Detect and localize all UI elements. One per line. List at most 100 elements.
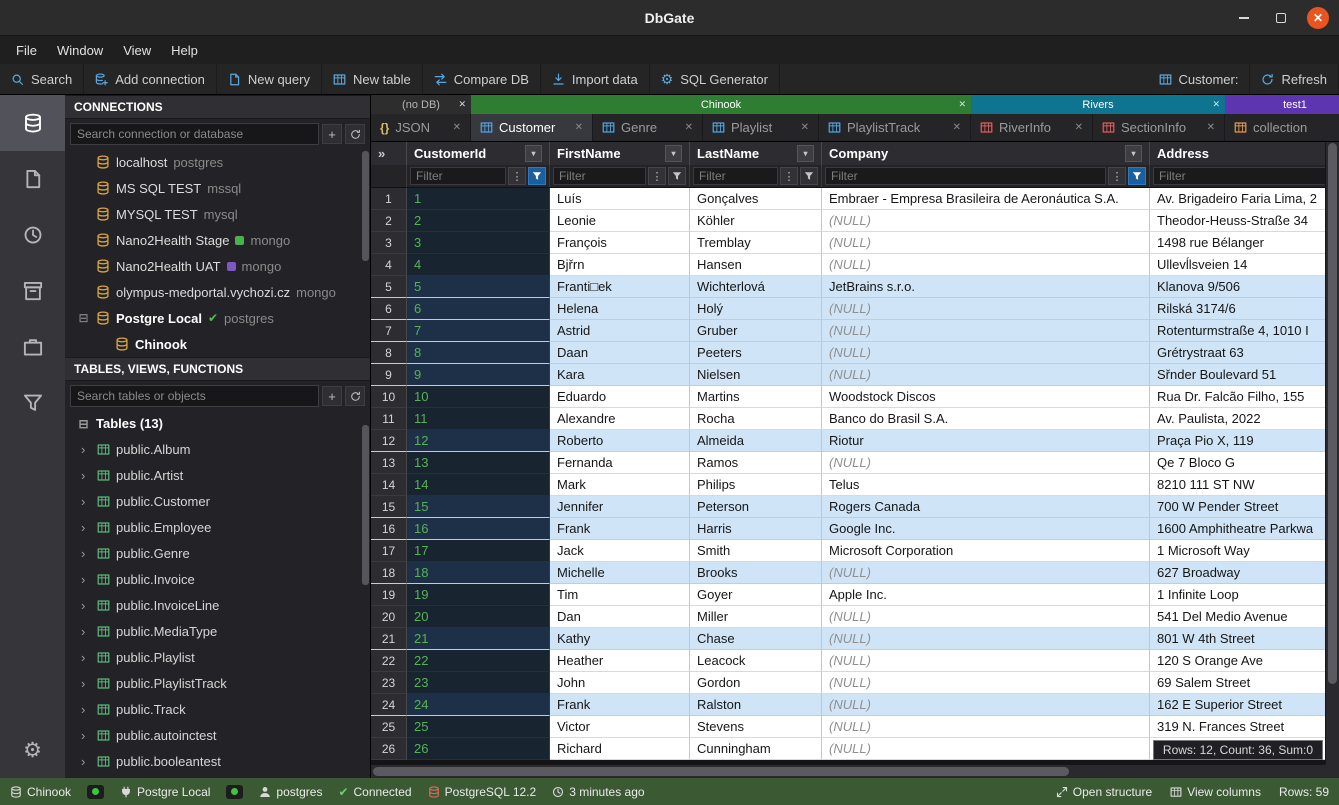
- cell-customerid[interactable]: 2: [407, 210, 550, 232]
- chevron-right-icon[interactable]: ›: [81, 520, 91, 535]
- cell-firstname[interactable]: Kara: [550, 364, 690, 386]
- filter-input-lastname[interactable]: [693, 167, 778, 185]
- connection-chinook[interactable]: Chinook: [65, 331, 370, 357]
- cell-company[interactable]: Woodstock Discos: [822, 386, 1150, 408]
- filter-menu-button[interactable]: ⋮: [648, 167, 666, 185]
- table-public-employee[interactable]: ›public.Employee: [65, 514, 370, 540]
- iconbar-history[interactable]: [0, 207, 65, 263]
- cell-address[interactable]: Sřnder Boulevard 51: [1150, 364, 1339, 386]
- cell-customerid[interactable]: 22: [407, 650, 550, 672]
- cell-address[interactable]: Av. Paulista, 2022: [1150, 408, 1339, 430]
- cell-lastname[interactable]: Gordon: [690, 672, 822, 694]
- close-button[interactable]: ✕: [1307, 7, 1329, 29]
- cell-lastname[interactable]: Smith: [690, 540, 822, 562]
- cell-company[interactable]: (NULL): [822, 210, 1150, 232]
- toolbar-search-button[interactable]: Search: [0, 64, 84, 94]
- iconbar-files[interactable]: [0, 151, 65, 207]
- tables-search-add-button[interactable]: +: [322, 386, 342, 406]
- cell-address[interactable]: 627 Broadway: [1150, 562, 1339, 584]
- cell-customerid[interactable]: 14: [407, 474, 550, 496]
- row-number[interactable]: 21: [371, 628, 407, 650]
- cell-customerid[interactable]: 16: [407, 518, 550, 540]
- cell-company[interactable]: Telus: [822, 474, 1150, 496]
- toolbar-customer-button[interactable]: Customer:: [1148, 64, 1251, 94]
- row-number[interactable]: 3: [371, 232, 407, 254]
- row-number[interactable]: 20: [371, 606, 407, 628]
- cell-company[interactable]: (NULL): [822, 342, 1150, 364]
- cell-company[interactable]: (NULL): [822, 320, 1150, 342]
- connection-nano2health-stage[interactable]: Nano2Health Stagemongo: [65, 227, 370, 253]
- cell-customerid[interactable]: 19: [407, 584, 550, 606]
- close-group-icon[interactable]: ✕: [958, 99, 966, 110]
- cell-company[interactable]: (NULL): [822, 716, 1150, 738]
- close-tab-icon[interactable]: ✕: [953, 122, 961, 133]
- grid-expand-all-button[interactable]: »: [371, 142, 407, 165]
- statusbar-postgre-local[interactable]: Postgre Local: [120, 785, 210, 799]
- row-number[interactable]: 5: [371, 276, 407, 298]
- cell-lastname[interactable]: Köhler: [690, 210, 822, 232]
- cell-customerid[interactable]: 25: [407, 716, 550, 738]
- menu-view[interactable]: View: [113, 39, 161, 62]
- cell-customerid[interactable]: 1: [407, 188, 550, 210]
- cell-address[interactable]: Ullevĺlsveien 14: [1150, 254, 1339, 276]
- cell-firstname[interactable]: Fernanda: [550, 452, 690, 474]
- column-header-address[interactable]: Address▾: [1150, 142, 1339, 165]
- cell-lastname[interactable]: Martins: [690, 386, 822, 408]
- cell-address[interactable]: 1498 rue Bélanger: [1150, 232, 1339, 254]
- cell-firstname[interactable]: Frank: [550, 694, 690, 716]
- cell-lastname[interactable]: Chase: [690, 628, 822, 650]
- table-public-mediatype[interactable]: ›public.MediaType: [65, 618, 370, 644]
- chevron-right-icon[interactable]: ›: [81, 598, 91, 613]
- table-public-booleantest[interactable]: ›public.booleantest: [65, 748, 370, 774]
- filter-menu-button[interactable]: ⋮: [1108, 167, 1126, 185]
- chevron-right-icon[interactable]: ›: [81, 572, 91, 587]
- connection-olympus-medportal-vychozi-cz[interactable]: olympus-medportal.vychozi.czmongo: [65, 279, 370, 305]
- menu-help[interactable]: Help: [161, 39, 208, 62]
- connection-postgre-local[interactable]: ⊟Postgre Local✔postgres: [65, 305, 370, 331]
- tab-riverinfo[interactable]: RiverInfo✕: [971, 114, 1093, 141]
- cell-lastname[interactable]: Wichterlová: [690, 276, 822, 298]
- cell-customerid[interactable]: 15: [407, 496, 550, 518]
- row-number[interactable]: 6: [371, 298, 407, 320]
- cell-address[interactable]: Rotenturmstraße 4, 1010 I: [1150, 320, 1339, 342]
- cell-customerid[interactable]: 10: [407, 386, 550, 408]
- cell-firstname[interactable]: Luís: [550, 188, 690, 210]
- cell-lastname[interactable]: Nielsen: [690, 364, 822, 386]
- statusbar-postgresql-12-2[interactable]: PostgreSQL 12.2: [428, 785, 537, 799]
- cell-lastname[interactable]: Leacock: [690, 650, 822, 672]
- cell-address[interactable]: Qe 7 Bloco G: [1150, 452, 1339, 474]
- cell-customerid[interactable]: 21: [407, 628, 550, 650]
- row-number[interactable]: 16: [371, 518, 407, 540]
- connections-search-add-button[interactable]: +: [322, 124, 342, 144]
- table-public-customer[interactable]: ›public.Customer: [65, 488, 370, 514]
- row-number[interactable]: 12: [371, 430, 407, 452]
- filter-funnel-button[interactable]: [800, 167, 818, 185]
- table-public-invoice[interactable]: ›public.Invoice: [65, 566, 370, 592]
- cell-customerid[interactable]: 24: [407, 694, 550, 716]
- row-number[interactable]: 1: [371, 188, 407, 210]
- cell-address[interactable]: 1 Infinite Loop: [1150, 584, 1339, 606]
- cell-company[interactable]: (NULL): [822, 232, 1150, 254]
- cell-customerid[interactable]: 20: [407, 606, 550, 628]
- chevron-right-icon[interactable]: ›: [81, 676, 91, 691]
- table-public-genre[interactable]: ›public.Genre: [65, 540, 370, 566]
- chevron-right-icon[interactable]: ›: [81, 702, 91, 717]
- cell-company[interactable]: JetBrains s.r.o.: [822, 276, 1150, 298]
- filter-menu-button[interactable]: ⋮: [508, 167, 526, 185]
- filter-input-company[interactable]: [825, 167, 1106, 185]
- cell-company[interactable]: (NULL): [822, 254, 1150, 276]
- grid-vertical-scrollbar[interactable]: [1325, 142, 1339, 764]
- minimize-button[interactable]: [1233, 7, 1255, 29]
- iconbar-connections[interactable]: [0, 95, 65, 151]
- iconbar-archive[interactable]: [0, 263, 65, 319]
- statusbar-indicator[interactable]: [226, 785, 243, 799]
- row-number[interactable]: 9: [371, 364, 407, 386]
- connections-scrollbar[interactable]: [362, 151, 369, 261]
- connection-ms-sql-test[interactable]: MS SQL TESTmssql: [65, 175, 370, 201]
- toolbar-import-data-button[interactable]: Import data: [541, 64, 650, 94]
- cell-lastname[interactable]: Goyer: [690, 584, 822, 606]
- cell-lastname[interactable]: Gonçalves: [690, 188, 822, 210]
- cell-firstname[interactable]: Roberto: [550, 430, 690, 452]
- filter-menu-button[interactable]: ⋮: [780, 167, 798, 185]
- cell-company[interactable]: (NULL): [822, 628, 1150, 650]
